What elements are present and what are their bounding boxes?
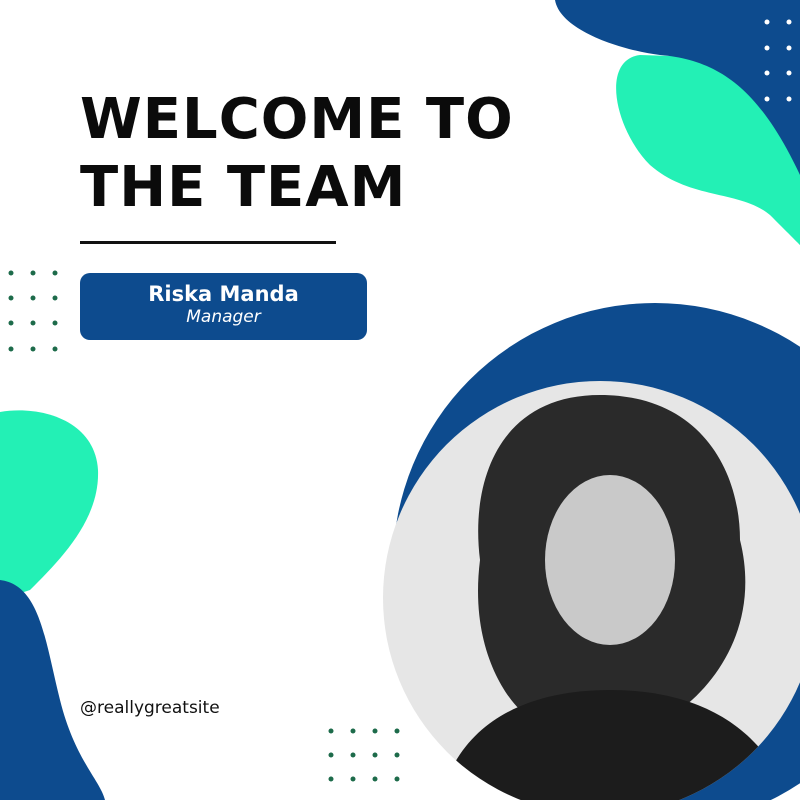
title-line-1: WELCOME TO xyxy=(80,87,514,152)
title-line-2: THE TEAM xyxy=(80,155,407,220)
blue-blob-left xyxy=(0,580,105,800)
dot-grid-left xyxy=(8,270,58,352)
green-blob-left xyxy=(0,410,99,600)
dot-grid-bottom xyxy=(328,728,400,782)
member-role: Manager xyxy=(186,307,261,327)
member-name: Riska Manda xyxy=(148,282,299,306)
title-divider xyxy=(80,241,336,244)
member-badge: Riska Manda Manager xyxy=(80,273,367,340)
page-title: WELCOME TO THE TEAM xyxy=(80,86,514,222)
social-handle: @reallygreatsite xyxy=(80,698,220,718)
